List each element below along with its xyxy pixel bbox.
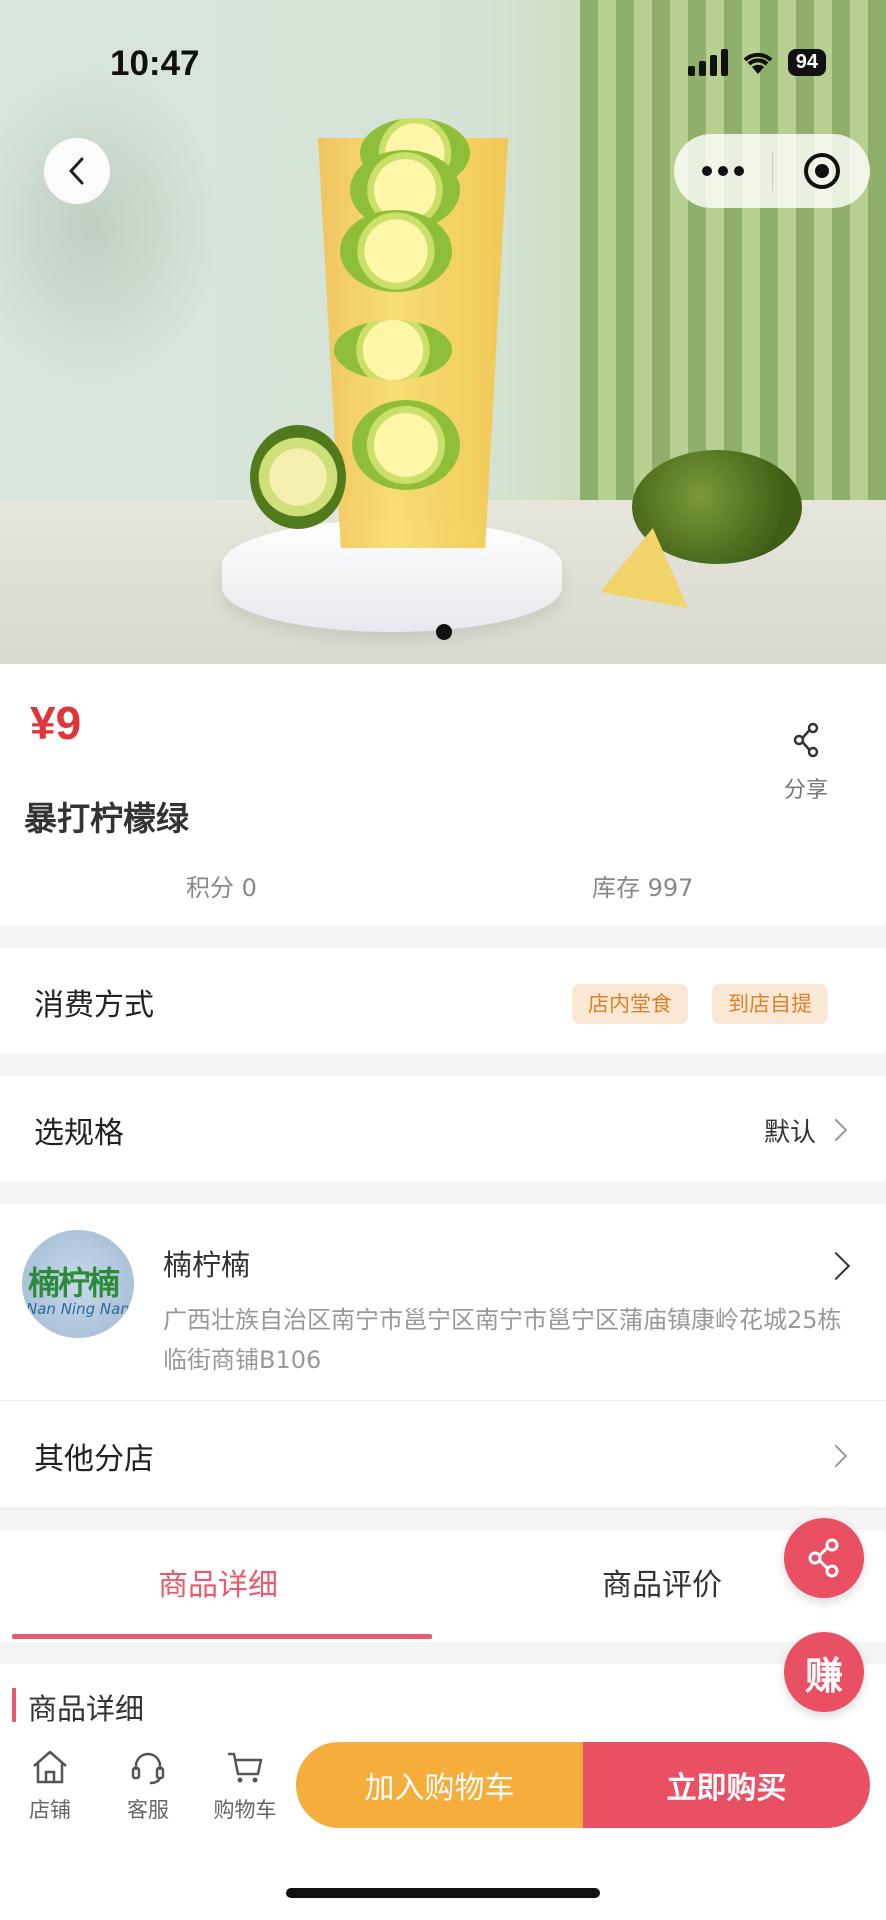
- spec-label: 选规格: [34, 1116, 124, 1151]
- tab-product-detail[interactable]: 商品详细: [158, 1560, 278, 1604]
- logo-subtext: Nan Ning Nan: [26, 1300, 130, 1318]
- share-icon: [808, 1538, 839, 1578]
- tab-product-reviews[interactable]: 商品评价: [602, 1560, 722, 1604]
- nav-cart[interactable]: 购物车: [205, 1748, 285, 1824]
- lemon-slice: [334, 320, 452, 380]
- miniprogram-capsule: [674, 134, 870, 208]
- chevron-left-icon: [68, 157, 84, 185]
- logo-text: 楠柠楠: [28, 1264, 120, 1302]
- tag-dine-in[interactable]: 店内堂食: [572, 984, 688, 1024]
- home-indicator: [286, 1888, 600, 1898]
- active-tab-indicator: [12, 1634, 432, 1639]
- store-icon: [33, 1750, 67, 1784]
- section-accent-bar: [12, 1688, 16, 1722]
- share-fab[interactable]: [784, 1518, 864, 1598]
- nav-cart-label: 购物车: [213, 1798, 277, 1822]
- leaf-shadow: [0, 60, 220, 390]
- close-miniprogram-button[interactable]: [773, 151, 870, 191]
- wifi-icon: [743, 52, 773, 74]
- battery-icon: 94: [787, 48, 826, 76]
- spec-value: 默认: [764, 1118, 817, 1148]
- consumption-label: 消费方式: [34, 988, 154, 1023]
- earn-fab[interactable]: 赚: [784, 1632, 864, 1712]
- buy-now-button[interactable]: 立即购买: [583, 1742, 870, 1828]
- share-label: 分享: [783, 778, 828, 803]
- store-logo: 楠柠楠 Nan Ning Nan: [22, 1230, 134, 1338]
- product-image-carousel[interactable]: [0, 0, 886, 664]
- share-button[interactable]: 分享: [770, 720, 842, 804]
- nav-service-label: 客服: [127, 1798, 169, 1822]
- spec-row[interactable]: [0, 1076, 886, 1182]
- carousel-indicator: [436, 624, 452, 640]
- points-label: 积分 0: [186, 874, 257, 902]
- add-to-cart-button[interactable]: 加入购物车: [296, 1742, 583, 1828]
- store-address: 广西壮族自治区南宁市邕宁区南宁市邕宁区蒲庙镇康岭花城25栋临街商铺B106: [163, 1306, 842, 1374]
- cart-icon: [228, 1752, 263, 1783]
- status-icons: 94: [687, 48, 826, 76]
- signal-icon: [687, 48, 728, 76]
- lime-half: [250, 425, 346, 529]
- detail-tabs: [0, 1530, 886, 1642]
- back-button[interactable]: [44, 138, 110, 204]
- stock-label: 库存 997: [592, 874, 694, 902]
- store-name: 楠柠楠: [163, 1248, 251, 1282]
- tag-pickup[interactable]: 到店自提: [712, 984, 828, 1024]
- target-icon: [803, 153, 840, 189]
- status-time: 10:47: [110, 44, 200, 83]
- nav-store-label: 店铺: [29, 1798, 71, 1822]
- product-title: 暴打柠檬绿: [24, 799, 189, 838]
- nav-service[interactable]: 客服: [108, 1748, 188, 1824]
- share-icon: [793, 722, 819, 758]
- lemon-slice: [340, 210, 452, 292]
- nav-store[interactable]: 店铺: [10, 1748, 90, 1824]
- headset-icon: [131, 1752, 165, 1785]
- product-price: ¥9: [30, 697, 82, 749]
- more-button[interactable]: [674, 166, 772, 176]
- section-title: 商品详细: [28, 1692, 145, 1726]
- lemon-slice: [352, 400, 460, 490]
- other-branches-label: 其他分店: [34, 1442, 154, 1477]
